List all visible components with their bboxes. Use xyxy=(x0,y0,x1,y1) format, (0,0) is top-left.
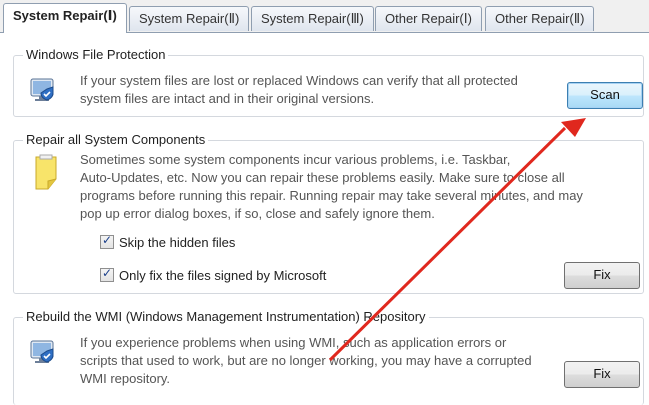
components-description-line-3: programs before running this repair. Run… xyxy=(80,188,583,203)
sticky-note-icon xyxy=(32,153,62,196)
tab-panel: Windows File Protection If your system f… xyxy=(0,33,649,405)
group-title: Rebuild the WMI (Windows Management Inst… xyxy=(23,309,429,324)
components-description-line-2: Auto-Updates, etc. Now you can repair th… xyxy=(80,170,565,185)
group-title: Windows File Protection xyxy=(23,47,169,62)
monitor-shield-icon xyxy=(28,76,58,109)
windows-file-protection-group: Windows File Protection If your system f… xyxy=(13,47,644,117)
rebuild-wmi-group: Rebuild the WMI (Windows Management Inst… xyxy=(13,309,644,405)
tab-system-repair-2[interactable]: System Repair(Ⅱ) xyxy=(129,6,250,31)
tab-other-repair-1[interactable]: Other Repair(Ⅰ) xyxy=(375,6,482,31)
fix-wmi-button[interactable]: Fix xyxy=(564,361,640,388)
wmi-description-line-3: WMI repository. xyxy=(80,371,171,386)
tab-other-repair-2[interactable]: Other Repair(Ⅱ) xyxy=(485,6,595,31)
wmi-description-line-2: scripts that used to work, but are no lo… xyxy=(80,353,532,368)
checkbox-label: Skip the hidden files xyxy=(119,235,236,250)
checkbox-checked-icon xyxy=(100,233,114,249)
components-description-line-4: pop up error dialog boxes, if so, close … xyxy=(80,206,435,221)
scan-button[interactable]: Scan xyxy=(567,82,643,109)
skip-hidden-files-checkbox[interactable]: Skip the hidden files xyxy=(100,233,236,250)
components-description-line-1: Sometimes some system components incur v… xyxy=(80,152,511,167)
only-microsoft-signed-checkbox[interactable]: Only fix the files signed by Microsoft xyxy=(100,266,327,283)
wmi-description-line-1: If you experience problems when using WM… xyxy=(80,335,507,350)
tab-system-repair-1[interactable]: System Repair(Ⅰ) xyxy=(3,3,127,33)
tab-system-repair-3[interactable]: System Repair(Ⅲ) xyxy=(251,6,374,31)
repair-system-components-group: Repair all System Components Sometimes s… xyxy=(13,132,644,294)
group-title: Repair all System Components xyxy=(23,132,209,147)
checkbox-checked-icon xyxy=(100,266,114,282)
wfp-description-line-1: If your system files are lost or replace… xyxy=(80,73,518,88)
checkbox-label: Only fix the files signed by Microsoft xyxy=(119,268,327,283)
tab-bar: System Repair(Ⅰ) System Repair(Ⅱ) System… xyxy=(0,0,649,34)
wfp-description-line-2: system files are intact and in their ori… xyxy=(80,91,375,106)
monitor-shield-icon xyxy=(28,338,58,371)
fix-components-button[interactable]: Fix xyxy=(564,262,640,289)
